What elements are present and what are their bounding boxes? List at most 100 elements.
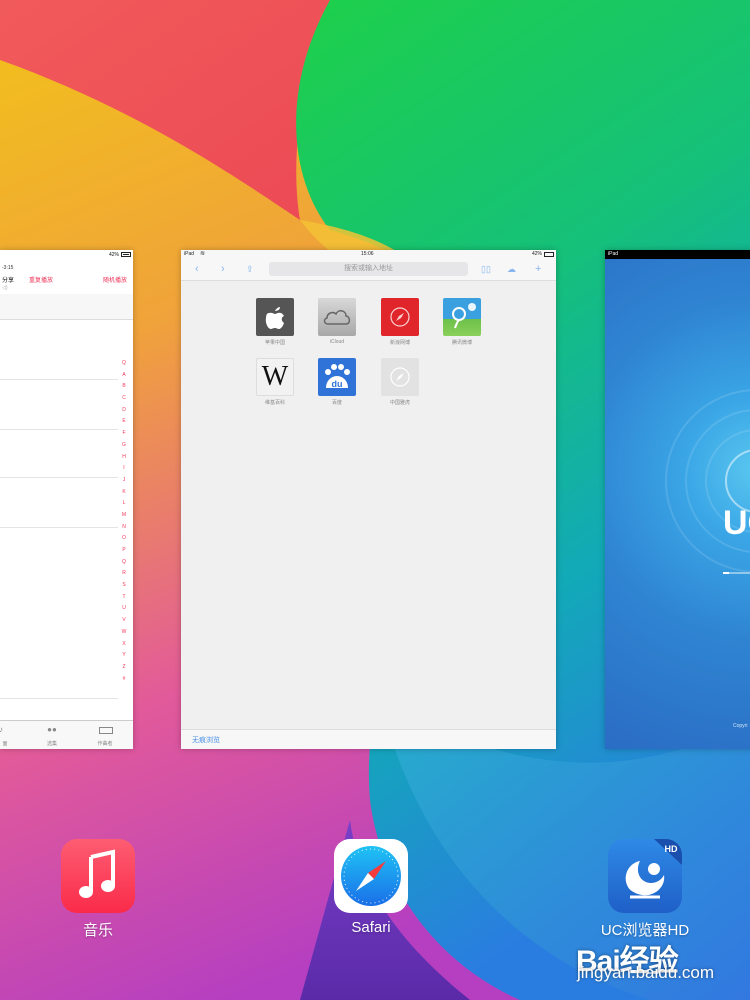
index-letter[interactable]: Z: [119, 662, 129, 674]
tab-bar: ♪ 面 ●● 选集 作曲者: [0, 720, 133, 749]
volume-icon: ◁): [2, 285, 8, 291]
tab-label[interactable]: 面: [0, 740, 20, 747]
index-letter[interactable]: Y: [119, 650, 129, 662]
list-separator: [0, 527, 118, 528]
index-letter[interactable]: L: [119, 498, 129, 510]
favorite-tencent-weibo[interactable]: 腾讯微博: [431, 298, 493, 346]
icloud-icon: [318, 298, 356, 336]
safari-app-icon[interactable]: [334, 839, 408, 913]
index-letter[interactable]: F: [119, 428, 129, 440]
music-icon: [79, 849, 115, 898]
shuffle-button[interactable]: 随机播放: [103, 275, 127, 284]
battery-icon: [121, 252, 131, 257]
playback-time: -3:15: [2, 265, 14, 271]
index-letter[interactable]: S: [119, 580, 129, 592]
safari-app-card[interactable]: iPad ≋ 15:06 42% ‹ › ⇪ 搜索或输入地址 ▯▯ ☁ + 苹果…: [181, 250, 556, 749]
share-icon[interactable]: ⇪: [246, 263, 254, 275]
index-letter[interactable]: W: [119, 627, 129, 639]
cloud-tabs-icon[interactable]: ☁: [507, 263, 516, 275]
uc-browser-icon: HD: [625, 839, 682, 899]
index-letter[interactable]: Q: [119, 557, 129, 569]
forward-icon[interactable]: ›: [221, 263, 225, 275]
list-separator: [0, 477, 118, 478]
index-letter[interactable]: C: [119, 393, 129, 405]
compass-icon: [381, 298, 419, 336]
index-letter[interactable]: T: [119, 592, 129, 604]
compass-icon: [381, 358, 419, 396]
favorite-label: 苹果中国: [264, 340, 285, 346]
svg-text:HD: HD: [665, 844, 678, 854]
status-bar: 42%: [0, 250, 133, 259]
music-note-icon[interactable]: ♪: [0, 725, 8, 734]
device-label: iPad: [608, 251, 619, 257]
index-letter[interactable]: N: [119, 522, 129, 534]
music-app-icon[interactable]: [61, 839, 135, 913]
private-browsing-button[interactable]: 无痕浏览: [192, 735, 220, 745]
index-letter[interactable]: R: [119, 568, 129, 580]
favorite-baidu[interactable]: du 百度: [306, 358, 368, 406]
device-label: iPad: [184, 251, 195, 257]
index-letter[interactable]: G: [119, 440, 129, 452]
wikipedia-icon: W: [256, 358, 294, 396]
battery-icon: [544, 252, 554, 257]
repeat-button[interactable]: 重复播放: [29, 275, 53, 284]
index-letter[interactable]: J: [119, 475, 129, 487]
new-tab-icon[interactable]: +: [535, 263, 541, 275]
index-letter[interactable]: U: [119, 603, 129, 615]
status-bar: iPad ≋ 15:06 42%: [181, 250, 556, 260]
index-letter[interactable]: M: [119, 510, 129, 522]
favorite-label: 新浪网博: [389, 340, 410, 346]
app-label: 音乐: [82, 922, 113, 939]
favorite-sina[interactable]: 新浪网博: [369, 298, 431, 346]
index-letter[interactable]: K: [119, 487, 129, 499]
index-letter[interactable]: #: [119, 674, 129, 686]
people-icon[interactable]: ●●: [45, 725, 59, 734]
index-letter[interactable]: B: [119, 381, 129, 393]
progress-fill: [723, 572, 729, 574]
bottom-bar: 无痕浏览: [181, 729, 556, 749]
index-letter[interactable]: H: [119, 452, 129, 464]
tab-label[interactable]: 作曲者: [90, 740, 120, 747]
index-letter[interactable]: V: [119, 615, 129, 627]
list-separator: [0, 429, 118, 430]
index-letter[interactable]: O: [119, 533, 129, 545]
loading-progress: [723, 572, 750, 574]
bookmarks-icon[interactable]: ▯▯: [481, 263, 491, 275]
list-separator: [0, 698, 118, 699]
uc-browser-app-card[interactable]: iPad UC Copyri: [605, 250, 750, 749]
piano-icon[interactable]: [99, 727, 113, 734]
favorite-wikipedia[interactable]: W 维基百科: [244, 358, 306, 406]
uc-browser-app-icon[interactable]: HD: [608, 839, 682, 913]
svg-text:du: du: [332, 379, 343, 389]
index-letter[interactable]: Q: [119, 358, 129, 370]
favorite-yahoo-china[interactable]: 中国雅虎: [369, 358, 431, 406]
index-letter[interactable]: E: [119, 416, 129, 428]
favorite-label: 腾讯微博: [451, 340, 472, 346]
favorite-label: 百度: [331, 400, 342, 406]
index-letter[interactable]: I: [119, 463, 129, 475]
favorite-icloud[interactable]: iCloud: [306, 298, 368, 345]
favorite-label: iCloud: [329, 339, 345, 345]
favorite-apple[interactable]: 苹果中国: [244, 298, 306, 346]
watermark-url: jingyan.baidu.com: [577, 963, 715, 982]
music-app-card[interactable]: 42% -3:15 分享 重复播放 随机播放 ◁) QABCDEFGHIJKLM…: [0, 250, 133, 749]
app-label: Safari: [351, 919, 391, 936]
back-icon[interactable]: ‹: [195, 263, 199, 275]
favorite-label: 维基百科: [264, 400, 285, 406]
battery-percent: 42%: [108, 252, 119, 258]
uc-logo-text: UC: [723, 504, 750, 542]
index-letter[interactable]: P: [119, 545, 129, 557]
status-bar: iPad: [605, 250, 750, 259]
index-letter[interactable]: X: [119, 639, 129, 651]
tab-label[interactable]: 选集: [37, 740, 67, 747]
list-header: [0, 294, 133, 320]
list-separator: [0, 379, 118, 380]
address-bar[interactable]: 搜索或输入地址: [269, 262, 468, 276]
toolbar: ‹ › ⇪ 搜索或输入地址 ▯▯ ☁ +: [181, 260, 556, 281]
alphabet-index[interactable]: Q A B C D E F G H I J K L M N O P Q R S T U V W X Y Z #: [119, 358, 129, 685]
favorite-label: 中国雅虎: [389, 400, 410, 406]
index-letter[interactable]: D: [119, 405, 129, 417]
apple-icon: [256, 298, 294, 336]
index-letter[interactable]: A: [119, 370, 129, 382]
tencent-weibo-icon: [443, 298, 481, 336]
